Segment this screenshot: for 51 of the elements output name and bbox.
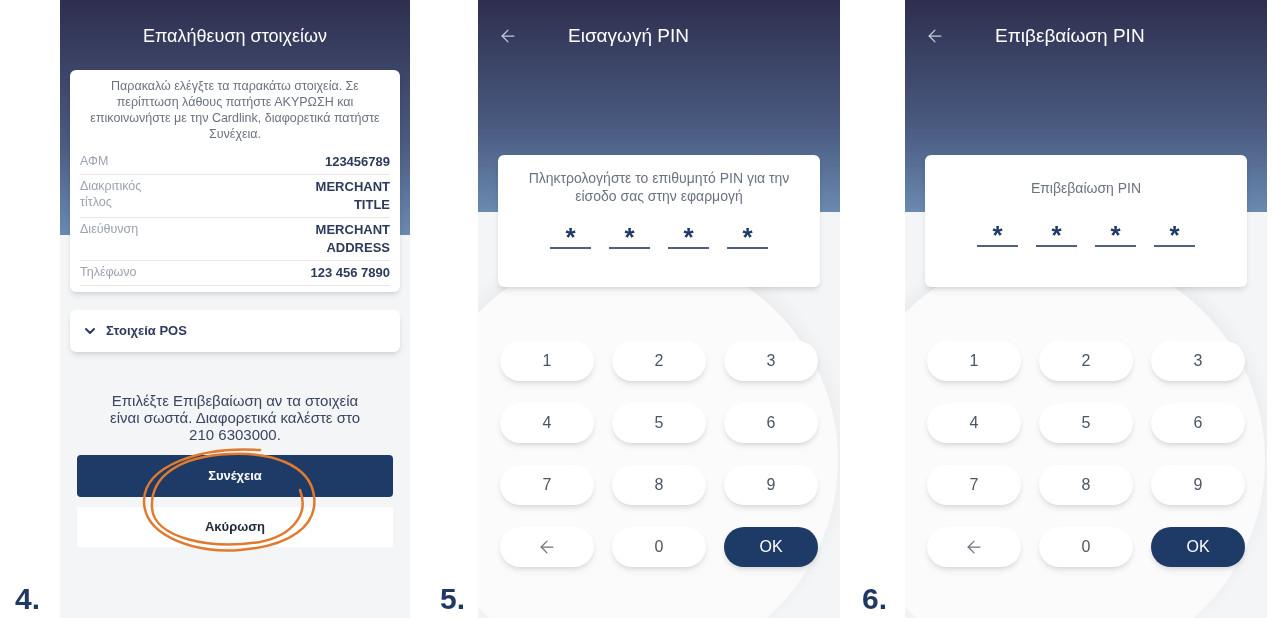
step-number: 6. [862,582,888,615]
keypad-key[interactable]: 2 [612,341,706,381]
field-value: 123 456 7890 [309,264,390,282]
keypad-key[interactable]: 1 [927,341,1021,381]
screen-title: Επαλήθευση στοιχείων [142,25,328,48]
keypad-key[interactable]: 2 [1039,341,1133,381]
pin-digit-field: * [1095,217,1136,247]
keypad-key[interactable]: 9 [724,465,818,505]
ok-button[interactable]: OK [724,527,818,567]
keypad-key[interactable]: 0 [1039,527,1133,567]
keypad-key[interactable]: 6 [724,403,818,443]
field-value: MERCHANT TITLE [314,178,390,214]
field-value: MERCHANT ADDRESS [314,221,390,257]
keypad-key[interactable]: 7 [500,465,594,505]
screen-title: Εισαγωγή PIN [568,23,689,48]
keypad-key[interactable]: 8 [612,465,706,505]
keypad-key[interactable]: 6 [1151,403,1245,443]
confirmation-message: Επιλέξτε Επιβεβαίωση αν τα στοιχεία είναι σωστά. Διαφορετικά καλέστε στο 210 6303000. [108,392,362,443]
pin-prompt: Επιβεβαίωση PIN [1029,179,1143,197]
pos-details-toggle[interactable]: Στοιχεία POS [70,310,400,352]
instructions-text: Παρακαλώ ελέγξτε τα παρακάτω στοιχεία. Σε περίπτωση λάθους πατήστε ΑΚΥΡΩΣΗ και επικοινωνήστε με την Cardlink, διαφορετικά πατήστε Συνέχεια. [89,78,381,142]
cancel-button[interactable]: Ακύρωση [77,507,393,547]
pin-digit-field: * [1154,217,1195,247]
pin-digit-field: * [727,219,768,249]
pin-prompt: Πληκτρολογήστε το επιθυμητό PIN για την είσοδο σας στην εφαρμογή [527,169,791,205]
field-label: Διακριτικός τίτλος [80,178,143,210]
field-label: Τηλέφωνο [80,264,138,280]
keypad-key[interactable]: 1 [500,341,594,381]
pin-digit-field: * [977,217,1018,247]
keypad-key[interactable]: 8 [1039,465,1133,505]
field-label: Διεύθυνση [80,221,140,237]
keypad-key[interactable]: 3 [724,341,818,381]
continue-button[interactable]: Συνέχεια [77,455,393,497]
keypad-key[interactable]: 4 [500,403,594,443]
keypad-key[interactable]: 9 [1151,465,1245,505]
step-number: 4. [15,582,41,615]
pin-digit-field: * [1036,217,1077,247]
keypad-key[interactable]: 4 [927,403,1021,443]
keypad-key[interactable]: 7 [927,465,1021,505]
keypad-key[interactable]: 3 [1151,341,1245,381]
screen-title: Επιβεβαίωση PIN [995,23,1145,48]
pin-digit-field: * [550,219,591,249]
keypad-key[interactable]: 0 [612,527,706,567]
keypad-key[interactable]: 5 [1039,403,1133,443]
pin-digit-field: * [609,219,650,249]
field-label: ΑΦΜ [80,153,110,169]
keypad-key[interactable]: 5 [612,403,706,443]
step-number: 5. [440,582,466,615]
ok-button[interactable]: OK [1151,527,1245,567]
field-value: 123456789 [323,153,390,171]
pin-digit-field: * [668,219,709,249]
